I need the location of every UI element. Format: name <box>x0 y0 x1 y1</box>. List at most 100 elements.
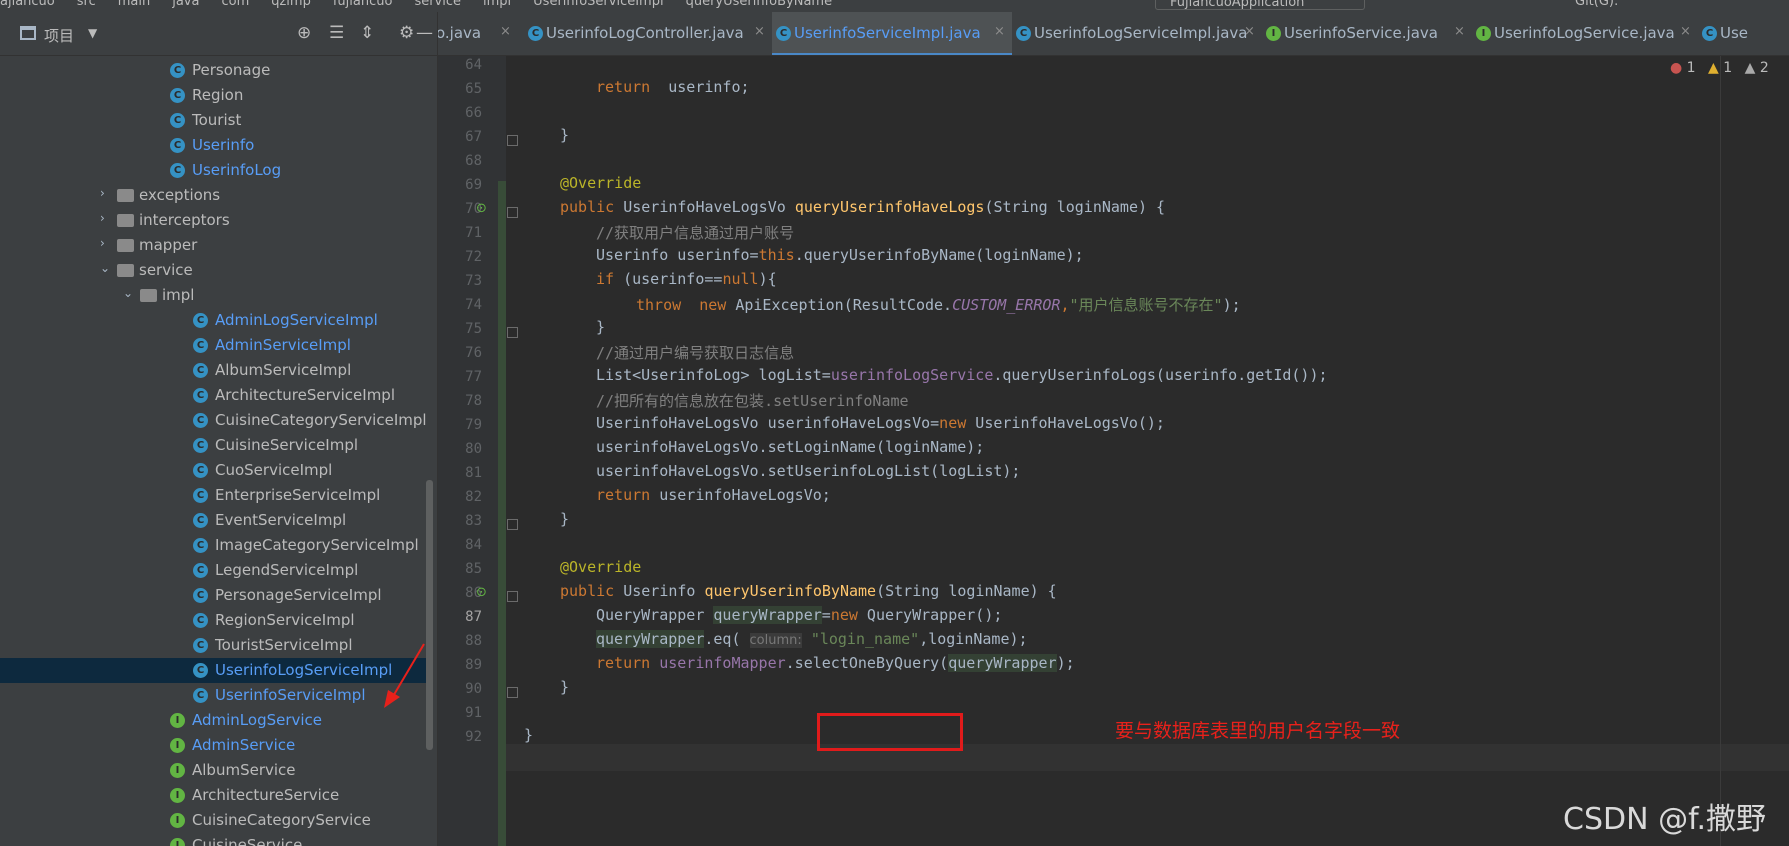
line-number: 90 <box>465 681 482 697</box>
fold-marker[interactable] <box>507 519 518 530</box>
editor-tab[interactable]: I UserinfoService.java × <box>1262 12 1472 55</box>
tree-item[interactable]: C Userinfo <box>0 133 426 158</box>
tree-item[interactable]: I CuisineCategoryService <box>0 808 426 833</box>
fold-marker[interactable] <box>507 591 518 602</box>
breadcrumb-item[interactable]: java <box>172 0 199 9</box>
chevron-right-icon[interactable]: › <box>100 236 105 250</box>
tree-item[interactable]: C LegendServiceImpl <box>0 558 426 583</box>
chevron-down-icon[interactable]: ⌄ <box>123 286 133 300</box>
fold-marker[interactable] <box>507 135 518 146</box>
breadcrumb-item[interactable]: service <box>414 0 461 9</box>
breadcrumb-item[interactable]: qzimp <box>271 0 311 9</box>
chevron-down-icon[interactable]: ⌄ <box>100 261 110 275</box>
breadcrumb-item[interactable]: queryUserinfoByName <box>686 0 833 9</box>
tree-item[interactable]: C UserinfoLog <box>0 158 426 183</box>
close-icon[interactable]: × <box>500 24 511 39</box>
tree-item[interactable]: I CuisineService <box>0 833 426 846</box>
keyword: return <box>596 654 651 672</box>
tree-item[interactable]: › interceptors <box>0 208 426 233</box>
code-line-74: throw new ApiException(ResultCode.CUSTOM… <box>636 294 1241 315</box>
class-icon: C <box>193 338 208 353</box>
editor-tab[interactable]: C Use <box>1698 12 1789 55</box>
class-icon: C <box>193 538 208 553</box>
expand-all-icon[interactable]: ☰ <box>329 23 344 43</box>
method-name: queryUserinfoByName <box>704 582 877 600</box>
breadcrumb-item[interactable]: com <box>221 0 249 9</box>
breadcrumb: ajiancuo src main java com qzimp fujiancuo serv… <box>0 0 854 9</box>
breadcrumb-item[interactable]: src <box>77 0 96 9</box>
tree-item[interactable]: C TouristServiceImpl <box>0 633 426 658</box>
keyword: public <box>560 582 615 600</box>
editor-tab[interactable]: I UserinfoLogService.java × <box>1472 12 1698 55</box>
close-icon[interactable]: × <box>1454 24 1465 39</box>
tree-item[interactable]: C Personage <box>0 58 426 83</box>
breadcrumb-item[interactable]: impl <box>483 0 511 9</box>
tree-item[interactable]: C CuisineServiceImpl <box>0 433 426 458</box>
annotation: @Override <box>560 558 642 576</box>
close-icon[interactable]: × <box>994 24 1005 39</box>
tree-item[interactable]: C CuisineCategoryServiceImpl <box>0 408 427 433</box>
fold-marker[interactable] <box>507 687 518 698</box>
tree-item[interactable]: › exceptions <box>0 183 426 208</box>
tree-item[interactable]: C Tourist <box>0 108 426 133</box>
annotation: @Override <box>560 174 642 192</box>
chevron-right-icon[interactable]: › <box>100 211 105 225</box>
breadcrumb-item[interactable]: fujiancuo <box>333 0 393 9</box>
tree-item[interactable]: C AdminLogServiceImpl <box>0 308 426 333</box>
tree-item[interactable]: C Region <box>0 83 426 108</box>
tree-item[interactable]: C PersonageServiceImpl <box>0 583 426 608</box>
tree-item[interactable]: C UserinfoServiceImpl <box>0 683 426 708</box>
editor-tab-bar: o.java × C UserinfoLogController.java × C User… <box>438 12 1789 56</box>
tree-item[interactable]: C UserinfoLogServiceImpl <box>0 658 426 683</box>
code-text: , <box>1060 296 1070 314</box>
tree-item[interactable]: ⌄ impl <box>0 283 426 308</box>
code-text: userinfo; <box>668 78 750 96</box>
line-number: 91 <box>465 705 482 721</box>
tree-item-label: AdminService <box>192 736 296 754</box>
collapse-all-icon[interactable]: ⇕ <box>360 23 374 43</box>
right-margin-guide <box>1720 56 1721 846</box>
git-label: Git(G): <box>1575 0 1619 9</box>
hide-panel-icon[interactable]: — <box>416 23 433 43</box>
tree-item[interactable]: C EventServiceImpl <box>0 508 426 533</box>
editor-tab[interactable]: o.java × <box>438 12 518 55</box>
implements-icon[interactable]: ⊙ <box>476 585 487 600</box>
tree-item[interactable]: I AlbumService <box>0 758 426 783</box>
tree-item[interactable]: › mapper <box>0 233 426 258</box>
tree-item[interactable]: C ArchitectureServiceImpl <box>0 383 426 408</box>
editor-tab[interactable]: C UserinfoLogController.java × <box>524 12 772 55</box>
close-icon[interactable]: × <box>754 24 765 39</box>
tree-item[interactable]: C AlbumServiceImpl <box>0 358 426 383</box>
close-icon[interactable]: × <box>1680 24 1691 39</box>
project-panel-title[interactable]: 项目 <box>44 25 74 46</box>
tree-item[interactable]: ⌄ service <box>0 258 426 283</box>
code-line-69: @Override <box>560 174 641 192</box>
tree-item[interactable]: C EnterpriseServiceImpl <box>0 483 426 508</box>
breadcrumb-item[interactable]: main <box>118 0 150 9</box>
tree-item[interactable]: I AdminLogService <box>0 708 426 733</box>
editor-tab[interactable]: C UserinfoServiceImpl.java × <box>772 12 1012 55</box>
implements-icon[interactable]: ⊙ <box>476 201 487 216</box>
breadcrumb-item[interactable]: UserinfoServiceImpl <box>533 0 663 9</box>
tree-item[interactable]: I AdminService <box>0 733 426 758</box>
inspection-widget[interactable]: ● 1 ▲ 1 ▲ 2 <box>1670 60 1777 76</box>
tree-item[interactable]: C AdminServiceImpl <box>0 333 426 358</box>
breadcrumb-item[interactable]: ajiancuo <box>0 0 55 9</box>
code-editor[interactable]: 64 65 66 67 68 69 70 71 72 73 74 75 76 77 78 79 80 81 82 83… <box>438 56 1789 846</box>
tree-item[interactable]: I ArchitectureService <box>0 783 426 808</box>
line-number: 81 <box>465 465 482 481</box>
fold-marker[interactable] <box>507 327 518 338</box>
code-text: userinfoHaveLogsVo.setLoginName(loginNam… <box>596 438 985 456</box>
fold-marker[interactable] <box>507 207 518 218</box>
gear-icon[interactable]: ⚙ <box>399 23 414 43</box>
tree-item[interactable]: C RegionServiceImpl <box>0 608 426 633</box>
close-icon[interactable]: × <box>1244 24 1255 39</box>
chevron-down-icon[interactable]: ▼ <box>88 26 97 40</box>
tree-item[interactable]: C CuoServiceImpl <box>0 458 426 483</box>
run-configuration-select[interactable]: FujiancuoApplication <box>1155 0 1365 10</box>
code-text: queryWrapper <box>596 630 705 648</box>
locate-target-icon[interactable]: ⊕ <box>297 23 311 43</box>
tree-item[interactable]: C ImageCategoryServiceImpl <box>0 533 426 558</box>
editor-tab[interactable]: C UserinfoLogServiceImpl.java × <box>1012 12 1262 55</box>
chevron-right-icon[interactable]: › <box>100 186 105 200</box>
